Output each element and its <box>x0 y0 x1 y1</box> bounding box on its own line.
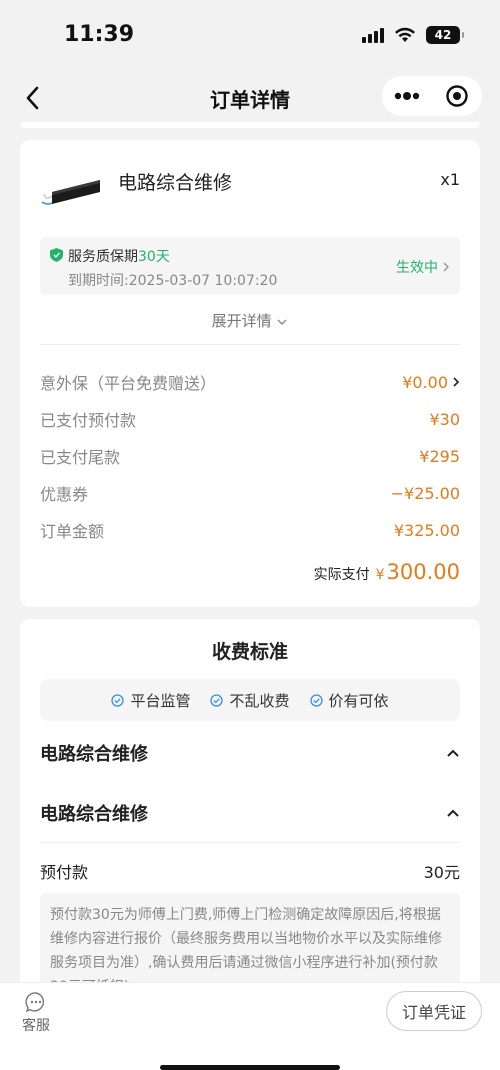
actual-payment-value: 300.00 <box>386 560 460 584</box>
fee-label: 订单金额 <box>40 522 105 541</box>
fee-label: 已支付预付款 <box>40 411 137 430</box>
status-time: 11:39 <box>64 22 135 47</box>
signal-icon <box>362 27 384 43</box>
guarantee-item: 价有可依 <box>309 690 389 711</box>
guarantee-box: 平台监管 不乱收费 价有可依 <box>40 679 460 721</box>
battery-icon: 42 <box>426 26 464 44</box>
fee-row-accident-insurance[interactable]: 意外保（平台免费赠送） ¥0.00 <box>40 370 460 394</box>
prepay-label: 预付款 <box>40 863 89 882</box>
guarantee-label: 不乱收费 <box>229 691 290 710</box>
divider <box>40 842 460 843</box>
fee-row-order-amount: 订单金额 ¥325.00 <box>40 518 460 542</box>
warranty-box[interactable]: 服务质保期30天 到期时间:2025-03-07 10:07:20 生效中 <box>40 237 460 295</box>
service-section-header[interactable]: 电路综合维修 <box>40 739 460 767</box>
product-name: 电路综合维修 <box>118 172 233 194</box>
mini-program-capsule <box>382 76 482 116</box>
check-circle-icon <box>210 693 224 707</box>
actual-payment-label: 实际支付 <box>313 567 370 583</box>
fee-label: 意外保（平台免费赠送） <box>40 374 217 393</box>
fee-label: 优惠券 <box>40 485 89 504</box>
fee-value: ¥0.00 <box>402 373 460 392</box>
warranty-days: 30天 <box>138 249 170 265</box>
fee-row-prepaid: 已支付预付款 ¥30 <box>40 407 460 431</box>
check-circle-icon <box>111 693 125 707</box>
fee-row-balance-paid: 已支付尾款 ¥295 <box>40 444 460 468</box>
previous-card-edge <box>20 122 480 128</box>
guarantee-label: 平台监管 <box>130 691 191 710</box>
fee-standard-title: 收费标准 <box>211 641 288 663</box>
customer-service-label: 客服 <box>22 1018 50 1034</box>
warranty-status-label: 生效中 <box>396 260 438 276</box>
status-bar: 11:39 42 <box>0 0 500 70</box>
divider <box>40 344 460 345</box>
warranty-label: 服务质保期 <box>68 249 138 265</box>
status-icons: 42 <box>362 26 464 44</box>
fee-row-coupon: 优惠券 −¥25.00 <box>40 481 460 505</box>
section-title: 电路综合维修 <box>40 744 148 765</box>
guarantee-label: 价有可依 <box>328 691 389 710</box>
fee-value-text: ¥0.00 <box>402 372 448 392</box>
expand-details-label: 展开详情 <box>211 312 272 330</box>
fee-value: ¥30 <box>429 409 460 429</box>
section-title: 电路综合维修 <box>40 804 148 825</box>
chat-icon <box>25 992 45 1013</box>
warranty-status: 生效中 <box>396 257 450 277</box>
home-indicator <box>160 1065 340 1070</box>
more-button[interactable] <box>382 76 432 116</box>
check-circle-icon <box>309 693 323 707</box>
close-button[interactable] <box>432 76 482 116</box>
shield-icon <box>50 248 63 262</box>
order-voucher-button[interactable]: 订单凭证 <box>386 991 482 1031</box>
prepay-value: 30元 <box>423 863 460 882</box>
chevron-right-icon <box>443 262 449 272</box>
fee-value: −¥25.00 <box>390 483 460 503</box>
bottom-bar: 客服 订单凭证 <box>0 982 500 1070</box>
expand-details-button[interactable]: 展开详情 <box>20 310 480 331</box>
actual-payment-currency: ¥ <box>375 567 385 583</box>
guarantee-item: 不乱收费 <box>210 690 290 711</box>
wifi-icon <box>395 27 415 42</box>
customer-service-button[interactable]: 客服 <box>18 991 54 1035</box>
chevron-down-icon <box>277 319 287 325</box>
fee-value: ¥295 <box>419 446 460 466</box>
service-subsection-header[interactable]: 电路综合维修 <box>40 799 460 827</box>
fee-label: 已支付尾款 <box>40 448 121 467</box>
guarantee-item: 平台监管 <box>111 690 190 711</box>
order-card: 电路综合维修 x1 服务质保期30天 到期时间:2025-03-07 10:07… <box>20 140 480 607</box>
nav-bar: 订单详情 <box>0 70 500 126</box>
chevron-up-icon <box>447 749 459 757</box>
actual-payment: 实际支付 ¥ 300.00 <box>314 560 460 584</box>
chevron-up-icon <box>447 809 459 817</box>
warranty-title: 服务质保期30天 <box>68 246 170 266</box>
chevron-right-icon <box>453 377 460 387</box>
more-icon <box>394 92 420 100</box>
product-image <box>41 180 100 205</box>
prepay-row: 预付款 30元 <box>40 859 460 883</box>
product-quantity: x1 <box>440 170 460 189</box>
warranty-expire-time: 到期时间:2025-03-07 10:07:20 <box>68 273 278 289</box>
fee-value: ¥325.00 <box>393 520 460 540</box>
close-icon <box>446 85 468 107</box>
